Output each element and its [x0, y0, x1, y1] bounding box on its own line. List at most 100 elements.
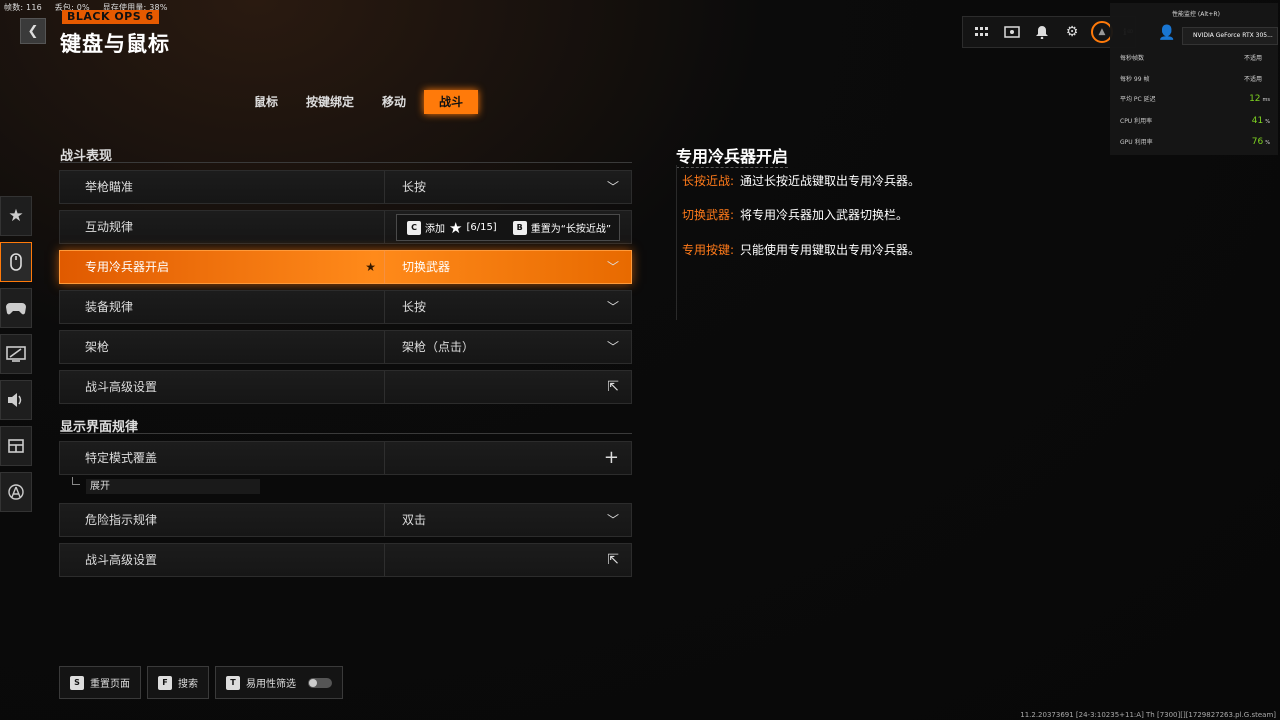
perf-row: GPU 利用率 76% — [1120, 137, 1270, 147]
setting-row-mount[interactable]: 架枪 架枪（点击） ﹀ — [59, 330, 632, 364]
perf-label: GPU 利用率 — [1120, 139, 1153, 146]
tree-connector — [72, 477, 80, 485]
accessibility-filter-button[interactable]: T 易用性筛选 — [215, 666, 343, 699]
row-action-tooltip: C 添加 ★ [6/15] B 重置为“长按近战” — [396, 214, 621, 241]
page-title: 键盘与鼠标 — [60, 32, 170, 56]
chevron-down-icon: ﹀ — [606, 180, 619, 194]
key-prompt-t: T — [226, 675, 240, 690]
perf-header: 性能监控 (Alt+R) — [1172, 11, 1220, 18]
setting-row-danger-indicator[interactable]: 危险指示规律 双击 ﹀ — [59, 503, 632, 537]
search-button[interactable]: F 搜索 — [147, 666, 209, 699]
setting-value: 架枪（点击） — [402, 340, 475, 354]
detail-term: 长按近战: — [682, 174, 735, 188]
setting-value: 长按 — [402, 180, 427, 194]
perf-unit: % — [1265, 119, 1270, 125]
tab-bar: 鼠标 按键绑定 移动 战斗 — [244, 90, 486, 114]
setting-row-melee[interactable]: 专用冷兵器开启 ★ 切换武器 ﹀ — [59, 250, 632, 284]
key-prompt-b: B — [512, 220, 527, 235]
detail-term: 切换武器: — [682, 208, 735, 222]
setting-label: 装备规律 — [60, 291, 385, 323]
tab-keybinds[interactable]: 按键绑定 — [296, 90, 364, 114]
button-label: 搜索 — [178, 679, 198, 690]
setting-value: 长按 — [402, 300, 427, 314]
tab-combat[interactable]: 战斗 — [424, 90, 479, 114]
perf-value: 41 — [1251, 116, 1264, 126]
setting-label: 架枪 — [60, 331, 385, 363]
favorite-count: [6/15] — [466, 222, 497, 233]
build-info: 11.2.20373691 [24-3:10235+11:A] Th [7300… — [1020, 711, 1276, 719]
chevron-down-icon: ﹀ — [606, 513, 619, 527]
perf-value: 12 — [1249, 94, 1261, 104]
key-prompt-c: C — [407, 220, 421, 235]
setting-value: 双击 — [402, 513, 427, 527]
chevron-left-icon: ❮ — [27, 23, 39, 39]
setting-label: 危险指示规律 — [60, 504, 385, 536]
setting-row-equipment[interactable]: 装备规律 长按 ﹀ — [59, 290, 632, 324]
interface-icon[interactable] — [0, 426, 32, 466]
setting-label: 战斗高级设置 — [60, 544, 385, 576]
chevron-down-icon: ﹀ — [606, 340, 619, 354]
reset-page-button[interactable]: S 重置页面 — [59, 666, 141, 699]
setting-label: 战斗高级设置 — [60, 371, 385, 403]
key-prompt-f: F — [158, 675, 172, 690]
perf-value: 不适用 — [1243, 76, 1262, 83]
setting-row-hud-advanced[interactable]: 战斗高级设置 ⇱ — [59, 543, 632, 577]
detail-divider — [676, 165, 677, 320]
audio-icon[interactable] — [0, 380, 32, 420]
star-icon[interactable]: ★ — [365, 251, 376, 283]
favorites-icon[interactable]: ★ — [0, 196, 32, 236]
perf-label: 每秒帧数 — [1120, 55, 1145, 62]
button-label: 重置页面 — [90, 679, 130, 690]
setting-label: 互动规律 — [60, 211, 385, 243]
back-button[interactable]: ❮ — [20, 18, 46, 44]
button-label: 易用性筛选 — [246, 679, 296, 690]
detail-desc: 将专用冷兵器加入武器切换栏。 — [740, 208, 909, 222]
user-silhouette-icon: 👤 — [1158, 25, 1176, 41]
external-link-icon: ⇱ — [607, 379, 619, 395]
perf-row: 每秒 99 帧 不适用 — [1120, 74, 1270, 83]
chevron-down-icon: ﹀ — [606, 300, 619, 314]
settings-sidebar: ★ — [0, 196, 32, 518]
gpu-name: NVIDIA GeForce RTX 305... — [1182, 27, 1278, 45]
detail-desc: 只能使用专用键取出专用冷兵器。 — [740, 243, 921, 257]
gamepad-icon[interactable] — [0, 288, 32, 328]
setting-row-ads[interactable]: 举枪瞄准 长按 ﹀ — [59, 170, 632, 204]
perf-row: 平均 PC 延迟 12 ms — [1120, 94, 1270, 104]
detail-option: 长按近战: 通过长按近战键取出专用冷兵器。 — [682, 172, 920, 189]
setting-row-mode-override[interactable]: 特定模式覆盖 + — [59, 441, 632, 475]
setting-label: 特定模式覆盖 — [60, 442, 385, 474]
profile-card-icon[interactable] — [997, 17, 1027, 47]
accessibility-toggle[interactable] — [308, 677, 332, 688]
detail-title: 专用冷兵器开启 — [676, 143, 789, 168]
grid-icon[interactable] — [967, 17, 997, 47]
network-icon[interactable] — [0, 472, 32, 512]
detail-option: 专用按键: 只能使用专用键取出专用冷兵器。 — [682, 241, 920, 258]
tab-mouse[interactable]: 鼠标 — [244, 90, 288, 114]
mouse-icon[interactable] — [0, 242, 32, 282]
plus-icon: + — [603, 447, 619, 468]
setting-row-combat-advanced[interactable]: 战斗高级设置 ⇱ — [59, 370, 632, 404]
game-logo: BLACK OPS 6 — [62, 10, 159, 24]
bell-icon[interactable] — [1027, 17, 1057, 47]
perf-row: 每秒帧数 不适用 — [1120, 53, 1270, 62]
add-favorite-label: 添加 — [425, 224, 445, 235]
section-divider — [60, 162, 632, 163]
setting-value: 切换武器 — [402, 260, 451, 274]
perf-value: 不适用 — [1243, 55, 1262, 62]
detail-desc: 通过长按近战键取出专用冷兵器。 — [740, 174, 921, 188]
chevron-down-icon: ﹀ — [606, 260, 619, 274]
detail-term: 专用按键: — [682, 243, 735, 257]
display-icon[interactable] — [0, 334, 32, 374]
perf-label: 每秒 99 帧 — [1120, 76, 1150, 83]
fps-readout: 帧数: 116 — [4, 3, 42, 12]
setting-label: 举枪瞄准 — [60, 171, 385, 203]
setting-label: 专用冷兵器开启 — [85, 260, 170, 274]
key-prompt-s: S — [70, 675, 84, 690]
gear-icon[interactable]: ⚙ — [1057, 17, 1087, 47]
tab-movement[interactable]: 移动 — [372, 90, 416, 114]
star-icon: ★ — [449, 218, 463, 237]
external-link-icon: ⇱ — [607, 552, 619, 568]
perf-row: CPU 利用率 41% — [1120, 116, 1270, 126]
detail-option: 切换武器: 将专用冷兵器加入武器切换栏。 — [682, 206, 908, 223]
expand-button[interactable]: 展开 — [86, 479, 260, 494]
